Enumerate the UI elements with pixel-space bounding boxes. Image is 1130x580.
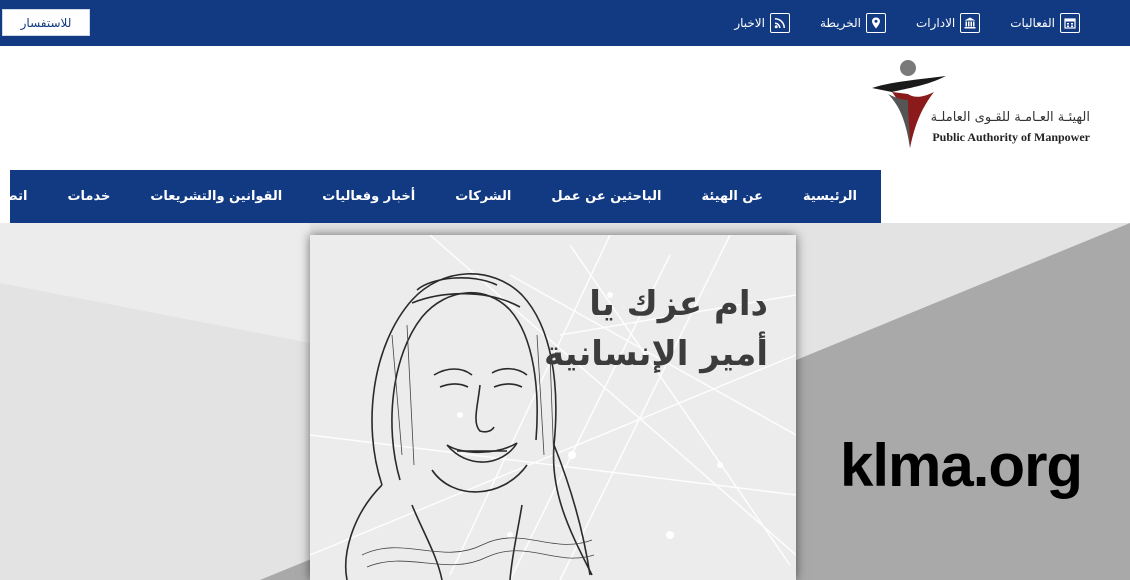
hero-banner[interactable]: دام عزك يا أمير الإنسانية klma.org — [0, 223, 1130, 580]
nav-item-about[interactable]: عن الهيئة — [681, 182, 783, 212]
logo-arabic-name: الهيئـة العـامـة للقـوى العاملـة — [930, 110, 1090, 125]
nav-item-job-seekers[interactable]: الباحثين عن عمل — [531, 182, 681, 212]
nav-item-home[interactable]: الرئيسية — [783, 182, 877, 212]
calendar-icon — [1060, 13, 1080, 33]
authority-logo[interactable]: الهيئـة العـامـة للقـوى العاملـة Public … — [870, 58, 1090, 150]
nav-item-laws[interactable]: القوانين والتشريعات — [130, 182, 302, 212]
map-marker-icon — [865, 13, 886, 33]
top-link-departments[interactable]: الادارات — [915, 13, 981, 33]
poster-title-line-1: دام عزك يا — [589, 284, 768, 324]
nav-item-contact[interactable]: اتصل بنا — [0, 182, 47, 212]
rss-icon — [769, 13, 790, 33]
top-link-label: الخريطة — [819, 16, 861, 30]
logo-english-name: Public Authority of Manpower — [932, 130, 1090, 144]
main-navigation: الرئيسية عن الهيئة الباحثين عن عمل الشرك… — [0, 170, 881, 223]
top-link-label: الادارات — [915, 16, 956, 30]
top-link-events[interactable]: الفعاليات — [1010, 13, 1080, 33]
watermark-text: klma.org — [840, 432, 1083, 499]
top-link-news[interactable]: الاخبار — [734, 13, 790, 33]
hero-poster: دام عزك يا أمير الإنسانية — [310, 235, 796, 580]
nav-item-services[interactable]: خدمات — [47, 182, 130, 212]
top-links: الفعاليات الادارات الخريطة الاخبار — [734, 12, 1080, 34]
inquiry-button[interactable]: للاستفسار — [2, 9, 90, 36]
nav-item-companies[interactable]: الشركات — [435, 182, 531, 212]
poster-title-line-2: أمير الإنسانية — [544, 334, 768, 374]
top-link-map[interactable]: الخريطة — [820, 13, 886, 33]
top-link-label: الاخبار — [734, 16, 765, 30]
top-utility-bar: للاستفسار الفعاليات الادارات الخريطة الا… — [0, 0, 1130, 46]
top-link-label: الفعاليات — [1010, 16, 1055, 30]
institution-icon — [960, 13, 981, 33]
poster-title: دام عزك يا أمير الإنسانية — [528, 279, 768, 379]
nav-item-news-events[interactable]: أخبار وفعاليات — [302, 182, 435, 212]
